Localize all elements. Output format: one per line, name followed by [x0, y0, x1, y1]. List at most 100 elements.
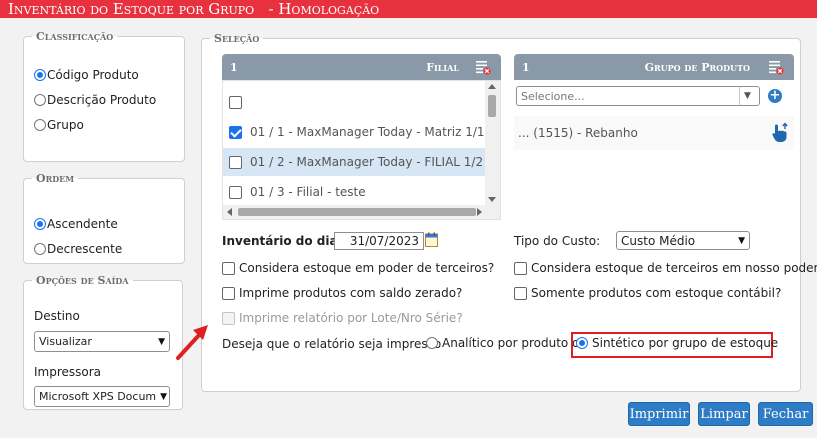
grupo-count: 1: [522, 60, 530, 74]
checkbox-box[interactable]: [222, 286, 235, 300]
row-checkbox[interactable]: [229, 155, 242, 169]
tipo-custo-value: Custo Médio: [621, 233, 696, 248]
checkbox-box[interactable]: [514, 286, 527, 300]
table-row[interactable]: 01 / 3 - Filial - teste: [223, 178, 485, 206]
radio-analitico[interactable]: Analítico por produto ou: [426, 336, 587, 350]
scroll-down-arrow[interactable]: [488, 197, 496, 202]
filial-grid-header: 1 Filial: [222, 54, 501, 80]
radio-codigo-produto[interactable]: Código Produto: [34, 68, 139, 82]
scroll-thumb[interactable]: [238, 208, 476, 216]
chevron-down-icon: ▼: [158, 336, 165, 347]
radio-icon-checked[interactable]: [34, 69, 46, 81]
grupo-title: Grupo de Produto: [644, 60, 750, 74]
grupo-grid-header: 1 Grupo de Produto: [514, 54, 794, 80]
grupo-grid-body: Selecione... ▼ + ... (1515) - Rebanho: [514, 80, 794, 220]
filial-row-label: 01 / 2 - MaxManager Today - FILIAL 1/2: [250, 155, 484, 169]
impressora-value: Microsoft XPS Docum: [39, 390, 157, 403]
checkbox-estoque-nosso-poder[interactable]: Considera estoque de terceiros em nosso …: [514, 261, 817, 275]
radio-grupo-label: Grupo: [47, 118, 84, 132]
radio-decrescente[interactable]: Decrescente: [34, 242, 122, 256]
chevron-down-icon: ▼: [738, 235, 745, 246]
radio-codigo-produto-label: Código Produto: [47, 68, 139, 82]
table-row[interactable]: 01 / 2 - MaxManager Today - FILIAL 1/2: [223, 148, 485, 176]
horizontal-scrollbar[interactable]: [223, 205, 500, 219]
radio-decrescente-label: Decrescente: [47, 242, 123, 256]
impressora-select[interactable]: Microsoft XPS Docum ▼: [34, 386, 170, 407]
classificacao-legend: Classificação: [36, 30, 114, 43]
impressora-label: Impressora: [34, 365, 102, 379]
filial-title: Filial: [426, 60, 459, 74]
radio-icon[interactable]: [34, 94, 46, 106]
annotation-arrow: [176, 325, 208, 360]
radio-icon-checked[interactable]: [34, 218, 46, 230]
window-title: Inventário do Estoque por Grupo - Homolo…: [0, 0, 817, 18]
inventario-date-input[interactable]: 31/07/2023: [334, 232, 424, 250]
add-grupo-button[interactable]: +: [768, 89, 782, 103]
row-checkbox[interactable]: [229, 125, 242, 139]
grupo-list: ... (1515) - Rebanho: [514, 116, 794, 150]
table-row[interactable]: 01 / 1 - MaxManager Today - Matriz 1/1: [223, 118, 485, 146]
checkbox-saldo-zerado-label: Imprime produtos com saldo zerado?: [239, 286, 463, 300]
tipo-custo-label: Tipo do Custo:: [514, 234, 601, 248]
impressao-label: Deseja que o relatório seja impresso: [222, 337, 442, 351]
filial-count: 1: [230, 60, 238, 74]
radio-sintetico[interactable]: Sintético por grupo de estoque: [576, 336, 778, 350]
filial-row-label: 01 / 1 - MaxManager Today - Matriz 1/1: [250, 125, 485, 139]
tipo-custo-select[interactable]: Custo Médio ▼: [616, 231, 750, 250]
radio-icon[interactable]: [34, 243, 46, 255]
radio-icon-checked[interactable]: [576, 337, 588, 349]
grupo-select[interactable]: Selecione... ▼: [516, 86, 760, 106]
checkbox-box-disabled[interactable]: [222, 311, 235, 325]
radio-descricao-produto-label: Descrição Produto: [47, 93, 157, 107]
classificacao-group: Classificação Código Produto Descrição P…: [23, 30, 185, 162]
scroll-left-arrow[interactable]: [227, 208, 232, 216]
hand-pointer-icon[interactable]: [770, 122, 790, 144]
imprimir-button[interactable]: Imprimir: [628, 402, 690, 426]
radio-ascendente-label: Ascendente: [47, 217, 118, 231]
filial-row-label: 01 / 3 - Filial - teste: [250, 185, 366, 199]
opcoes-saida-legend: Opções de Saída: [36, 274, 129, 287]
inventario-date-value: 31/07/2023: [349, 234, 419, 248]
radio-ascendente[interactable]: Ascendente: [34, 217, 118, 231]
radio-grupo[interactable]: Grupo: [34, 118, 84, 132]
select-all-checkbox[interactable]: [229, 95, 242, 109]
filial-select-all-row[interactable]: [223, 88, 246, 116]
checkbox-lote-serie-label: Imprime relatório por Lote/Nro Série?: [239, 311, 463, 325]
radio-icon[interactable]: [34, 119, 46, 131]
grupo-select-placeholder: Selecione...: [521, 89, 585, 103]
ordem-group: Ordem Ascendente Decrescente: [23, 172, 185, 264]
clear-filter-icon[interactable]: [475, 59, 491, 75]
list-item[interactable]: ... (1515) - Rebanho: [514, 119, 638, 147]
checkbox-saldo-zerado[interactable]: Imprime produtos com saldo zerado?: [222, 286, 462, 300]
fechar-button[interactable]: Fechar: [758, 402, 813, 426]
checkbox-box[interactable]: [514, 261, 527, 275]
limpar-button[interactable]: Limpar: [698, 402, 750, 426]
selecao-legend: Seleção: [214, 32, 260, 45]
calendar-icon[interactable]: [425, 232, 438, 247]
checkbox-lote-serie[interactable]: Imprime relatório por Lote/Nro Série?: [222, 311, 463, 325]
checkbox-estoque-terceiros[interactable]: Considera estoque em poder de terceiros?: [222, 261, 494, 275]
radio-descricao-produto[interactable]: Descrição Produto: [34, 93, 156, 107]
inventario-label: Inventário do dia:: [222, 234, 343, 248]
ordem-legend: Ordem: [36, 172, 75, 185]
destino-select[interactable]: Visualizar ▼: [34, 331, 170, 352]
destino-value: Visualizar: [39, 335, 92, 348]
checkbox-estoque-terceiros-label: Considera estoque em poder de terceiros?: [239, 261, 495, 275]
scroll-right-arrow[interactable]: [477, 208, 482, 216]
vertical-scrollbar[interactable]: [485, 81, 500, 205]
scroll-up-arrow[interactable]: [488, 84, 496, 89]
row-checkbox[interactable]: [229, 185, 242, 199]
destino-label: Destino: [34, 309, 80, 323]
clear-filter-icon[interactable]: [768, 59, 784, 75]
radio-analitico-label: Analítico por produto ou: [442, 336, 587, 350]
radio-sintetico-label: Sintético por grupo de estoque: [592, 336, 779, 350]
chevron-down-icon: ▼: [160, 391, 168, 402]
checkbox-estoque-contabil-label: Somente produtos com estoque contábil?: [531, 286, 782, 300]
scroll-thumb[interactable]: [488, 95, 496, 117]
checkbox-estoque-nosso-poder-label: Considera estoque de terceiros em nosso …: [531, 261, 817, 275]
checkbox-estoque-contabil[interactable]: Somente produtos com estoque contábil?: [514, 286, 781, 300]
checkbox-box[interactable]: [222, 261, 235, 275]
filial-grid-body: 01 / 1 - MaxManager Today - Matriz 1/1 0…: [222, 80, 501, 220]
radio-icon[interactable]: [426, 337, 438, 349]
opcoes-saida-group: Opções de Saída Destino Visualizar ▼ Imp…: [23, 274, 183, 410]
